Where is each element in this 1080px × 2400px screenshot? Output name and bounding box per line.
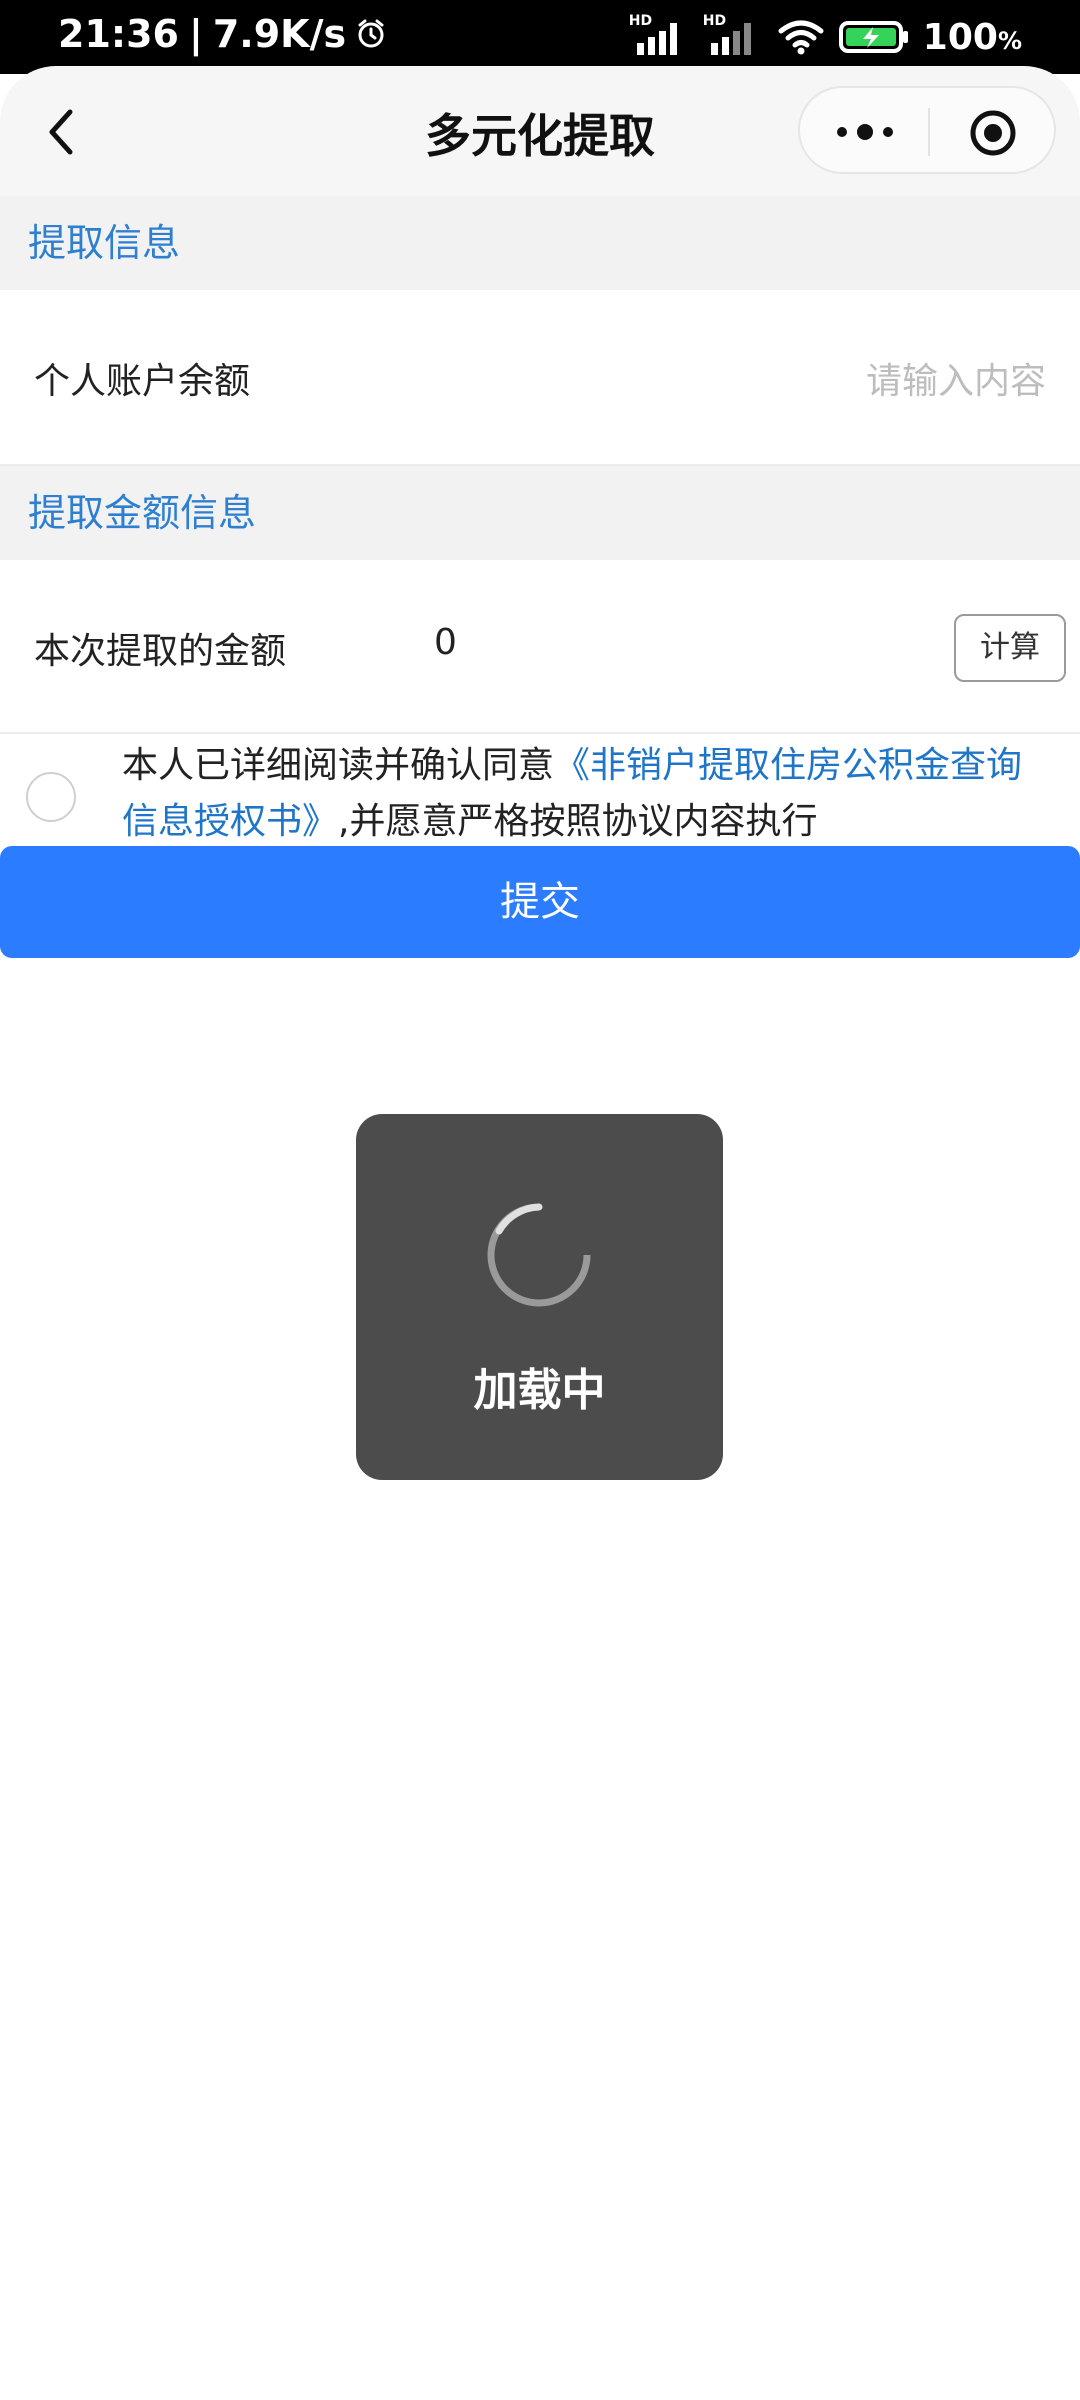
- signal-icon-2: HD: [703, 13, 763, 57]
- section-header-info: 提取信息: [0, 196, 1080, 290]
- mini-program-capsule: [798, 86, 1056, 174]
- amount-row: 本次提取的金额 0 计算: [0, 560, 1080, 734]
- alarm-icon: [358, 19, 384, 48]
- loading-spinner-icon: [487, 1202, 592, 1307]
- loading-text: 加载中: [473, 1365, 606, 1416]
- signal-hd-tag-2: HD: [702, 13, 727, 29]
- calculate-button[interactable]: 计算: [954, 614, 1066, 682]
- target-circle-icon[interactable]: [968, 108, 1018, 158]
- submit-button[interactable]: 提交: [0, 846, 1080, 958]
- loading-toast: 加载中: [356, 1114, 723, 1480]
- agreement-row: 本人已详细阅读并确认同意《非销户提取住房公积金查询信息授权书》,并愿意严格按照协…: [0, 734, 1080, 844]
- battery-charging-icon: [838, 21, 908, 53]
- battery-level: 100%: [922, 16, 1022, 58]
- status-time: 21:36: [58, 12, 179, 56]
- signal-icon: HD: [629, 13, 689, 57]
- agreement-radio[interactable]: [26, 772, 76, 822]
- more-dots-icon[interactable]: [830, 110, 900, 154]
- capsule-divider: [928, 108, 930, 156]
- wifi-icon: [778, 20, 824, 55]
- signal-hd-tag: HD: [628, 13, 653, 29]
- balance-row: 个人账户余额 请输入内容: [0, 290, 1080, 466]
- status-bar: 21:36 | 7.9K/s HD HD 100%: [0, 0, 1080, 74]
- amount-input[interactable]: 0: [434, 622, 457, 663]
- network-speed: 7.9K/s: [212, 12, 347, 56]
- agreement-text: 本人已详细阅读并确认同意《非销户提取住房公积金查询信息授权书》,并愿意严格按照协…: [122, 738, 1042, 850]
- status-right: HD HD 100%: [629, 12, 1022, 62]
- nav-bar: 多元化提取: [0, 66, 1080, 196]
- balance-label: 个人账户余额: [34, 361, 251, 402]
- section-header-amount: 提取金额信息: [0, 466, 1080, 560]
- amount-label: 本次提取的金额: [34, 631, 287, 672]
- status-separator: |: [188, 12, 203, 56]
- balance-input[interactable]: 请输入内容: [866, 352, 1046, 404]
- status-left: 21:36 | 7.9K/s: [58, 12, 386, 56]
- agreement-suffix: ,并愿意严格按照协议内容执行: [338, 801, 818, 842]
- agreement-prefix: 本人已详细阅读并确认同意: [122, 745, 555, 786]
